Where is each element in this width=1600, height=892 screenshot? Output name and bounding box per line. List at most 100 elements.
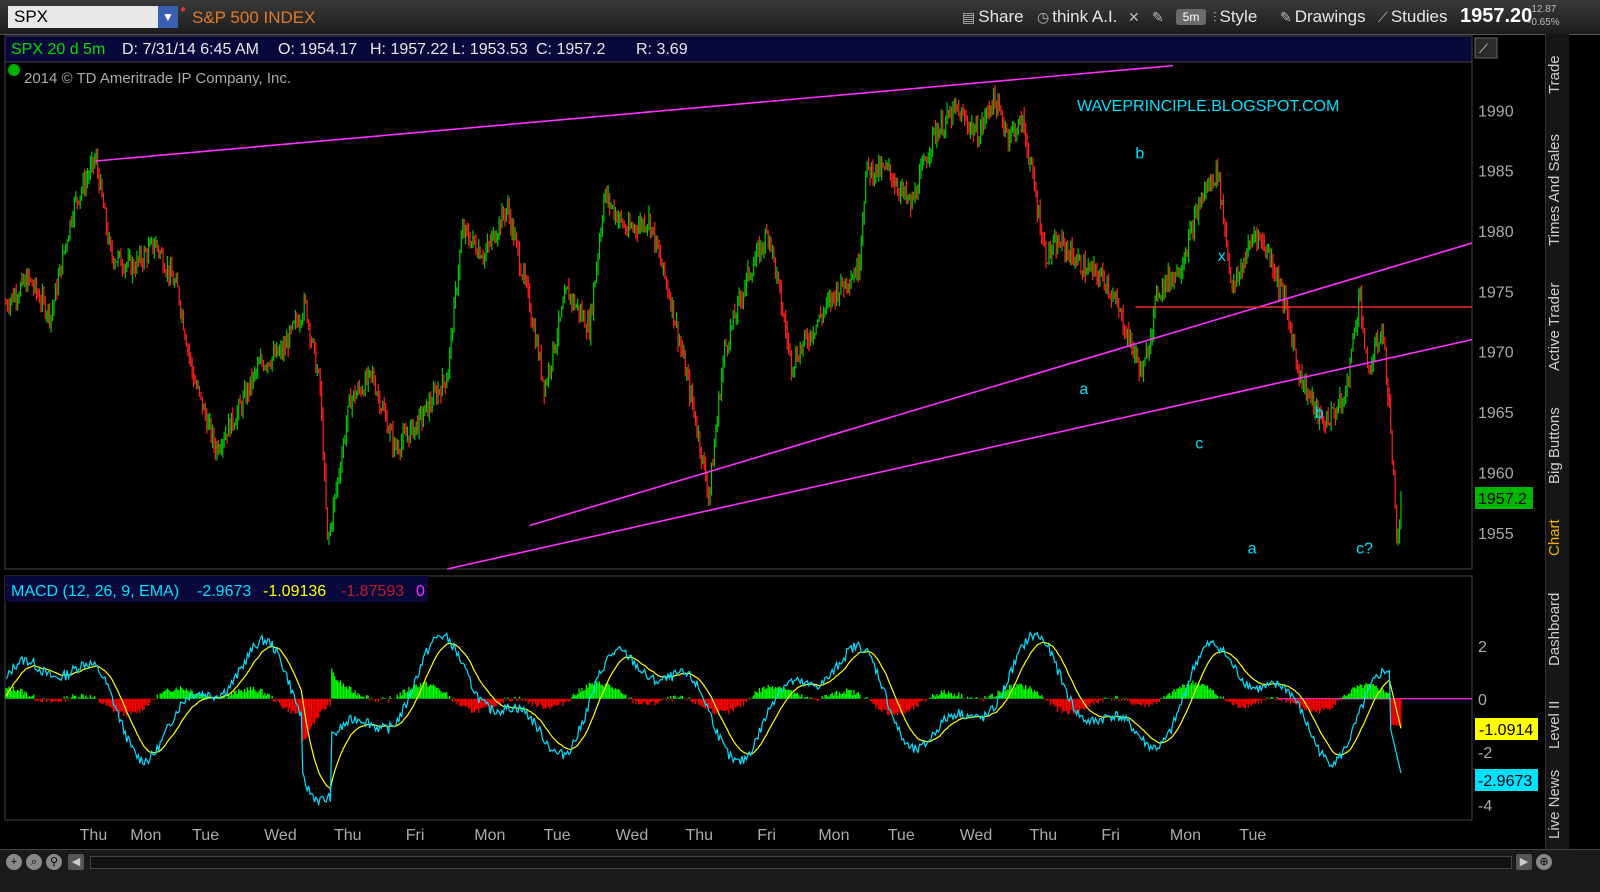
macd-diff: -1.87593 bbox=[341, 583, 404, 600]
sidebar-tab-chart[interactable]: Chart bbox=[1546, 510, 1569, 566]
macd-value-tag-text: -2.9673 bbox=[1478, 773, 1532, 790]
magnifier-icon[interactable]: ⚲ bbox=[46, 854, 62, 870]
high-readout: H: 1957.22 bbox=[370, 41, 448, 58]
scroll-right-icon[interactable]: ▶ bbox=[1516, 854, 1532, 870]
zoom-out-icon[interactable]: + bbox=[6, 854, 22, 870]
style-icon: ⫶ bbox=[1213, 9, 1217, 25]
price-tick-label: 1960 bbox=[1478, 465, 1514, 482]
scroll-left-icon[interactable]: ◀ bbox=[68, 854, 84, 870]
price-tick-label: 1955 bbox=[1478, 526, 1514, 543]
time-tick-label: Tue bbox=[544, 827, 571, 844]
info-icon bbox=[8, 64, 20, 76]
top-toolbar: SPX ▼ ● S&P 500 INDEX ▤ Share ◷ think A.I.… bbox=[0, 0, 1600, 35]
time-tick-label: Tue bbox=[1239, 827, 1266, 844]
status-bar: + ⌕ ⚲ ◀ ▶ ⊕ bbox=[0, 849, 1600, 892]
macd-value-line bbox=[5, 631, 1402, 807]
macd-avg: -1.09136 bbox=[263, 583, 326, 600]
open-readout: O: 1954.17 bbox=[278, 41, 357, 58]
wave-label: x bbox=[1218, 248, 1226, 265]
time-tick-label: Thu bbox=[80, 827, 108, 844]
horizontal-scrollbar[interactable] bbox=[90, 856, 1512, 869]
low-readout: L: 1953.53 bbox=[452, 41, 528, 58]
alert-icon: ● bbox=[180, 4, 187, 15]
clock-icon: ◷ bbox=[1037, 9, 1050, 25]
price-panel bbox=[4, 61, 1473, 570]
wave-label: a bbox=[1248, 540, 1257, 557]
sidebar-tab-big-buttons[interactable]: Big Buttons bbox=[1546, 396, 1569, 496]
wave-label: c bbox=[1195, 435, 1203, 452]
blog-watermark: WAVEPRINCIPLE.BLOGSPOT.COM bbox=[1077, 98, 1339, 115]
chart-label: SPX 20 d 5m bbox=[11, 41, 105, 58]
share-icon: ▤ bbox=[962, 9, 976, 25]
sidebar-tab-active-trader[interactable]: Active Trader bbox=[1546, 272, 1569, 382]
right-sidebar: Trade Times And Sales Active Trader Big But… bbox=[1545, 34, 1569, 849]
time-tick-label: Mon bbox=[1170, 827, 1201, 844]
think-ai-button[interactable]: ◷ think A.I. bbox=[1037, 7, 1117, 27]
time-tick-label: Wed bbox=[616, 827, 649, 844]
time-tick-label: Mon bbox=[474, 827, 505, 844]
zoom-in-icon[interactable]: ⌕ bbox=[26, 854, 42, 870]
wrench-icon: ✎ bbox=[1152, 9, 1164, 25]
style-label: Style bbox=[1219, 7, 1258, 26]
symbol-input[interactable]: SPX bbox=[8, 6, 158, 28]
think-ai-label: think A.I. bbox=[1052, 7, 1118, 26]
wave-label: a bbox=[1079, 381, 1088, 398]
price-tick-label: 1975 bbox=[1478, 284, 1514, 301]
drawings-button[interactable]: ✎ Drawings bbox=[1280, 7, 1366, 27]
expand-icon[interactable]: ⊕ bbox=[1536, 854, 1552, 870]
sidebar-tab-live-news[interactable]: Live News bbox=[1546, 764, 1569, 844]
style-button[interactable]: ⫶ Style bbox=[1213, 7, 1257, 27]
macd-tick-label: -4 bbox=[1478, 798, 1492, 815]
macd-panel bbox=[4, 575, 1473, 821]
studies-button[interactable]: ⟋ Studies bbox=[1378, 7, 1448, 27]
price-axis: 1955 1960 1965 1970 1975 1980 1985 1990 bbox=[1478, 103, 1514, 543]
sidebar-tab-level-ii[interactable]: Level II bbox=[1546, 694, 1569, 756]
studies-icon: ⟋ bbox=[1378, 9, 1388, 25]
price-chart[interactable]: SPX 20 d 5m D: 7/31/14 6:45 AM O: 1954.1… bbox=[0, 34, 1545, 849]
time-tick-label: Thu bbox=[1030, 827, 1058, 844]
drawings-label: Drawings bbox=[1294, 7, 1366, 26]
time-tick-label: Mon bbox=[130, 827, 161, 844]
macd-average-line bbox=[5, 641, 1402, 791]
price-tick-label: 1970 bbox=[1478, 345, 1514, 362]
time-tick-label: Tue bbox=[888, 827, 915, 844]
macd-title: MACD (12, 26, 9, EMA) bbox=[11, 583, 179, 600]
symbol-dropdown-button[interactable]: ▼ bbox=[158, 6, 178, 28]
price-tick-label: 1990 bbox=[1478, 103, 1514, 120]
net-change: -12.87 bbox=[1528, 4, 1557, 15]
time-axis: Thu Mon Tue Wed Thu Fri Mon Tue Wed Thu Fri Mon Tue W… bbox=[80, 827, 1267, 844]
close-readout: C: 1957.2 bbox=[536, 41, 605, 58]
macd-zero: 0 bbox=[416, 583, 425, 600]
percent-change: -0.65% bbox=[1528, 17, 1560, 28]
settings-icon-button[interactable]: ✕ bbox=[1128, 7, 1143, 27]
trendline bbox=[447, 338, 1473, 570]
copyright-text: 2014 © TD Ameritrade IP Company, Inc. bbox=[24, 70, 291, 87]
macd-group: -4 -2 0 2 bbox=[5, 631, 1492, 815]
wave-label: c? bbox=[1356, 540, 1373, 557]
share-button[interactable]: ▤ Share bbox=[962, 7, 1024, 27]
time-tick-label: Mon bbox=[818, 827, 849, 844]
sidebar-tab-dashboard[interactable]: Dashboard bbox=[1546, 576, 1569, 682]
aggregation-selector[interactable]: 5m bbox=[1176, 9, 1206, 25]
macd-tick-label: 2 bbox=[1478, 639, 1487, 656]
macd-avg-tag-text: -1.0914 bbox=[1479, 722, 1533, 739]
wrench-button[interactable]: ✎ bbox=[1152, 7, 1167, 27]
time-tick-label: Fri bbox=[406, 827, 425, 844]
wave-labels-group: b a x c a b c? bbox=[1079, 146, 1373, 558]
candles-group bbox=[5, 85, 1402, 546]
time-tick-label: Tue bbox=[192, 827, 219, 844]
time-tick-label: Fri bbox=[1101, 827, 1120, 844]
price-tick-label: 1985 bbox=[1478, 164, 1514, 181]
macd-value: -2.9673 bbox=[197, 583, 251, 600]
trendline bbox=[529, 242, 1473, 527]
time-tick-label: Thu bbox=[685, 827, 713, 844]
time-tick-label: Fri bbox=[757, 827, 776, 844]
wave-label: b bbox=[1315, 405, 1324, 422]
sidebar-tab-times-and-sales[interactable]: Times And Sales bbox=[1546, 120, 1569, 260]
price-tick-label: 1965 bbox=[1478, 405, 1514, 422]
sidebar-tab-trade[interactable]: Trade bbox=[1546, 38, 1569, 112]
macd-tick-label: -2 bbox=[1478, 745, 1492, 762]
last-price: 1957.20 bbox=[1460, 5, 1533, 27]
wave-label: b bbox=[1135, 146, 1144, 163]
pencil-icon: ✎ bbox=[1280, 9, 1292, 25]
